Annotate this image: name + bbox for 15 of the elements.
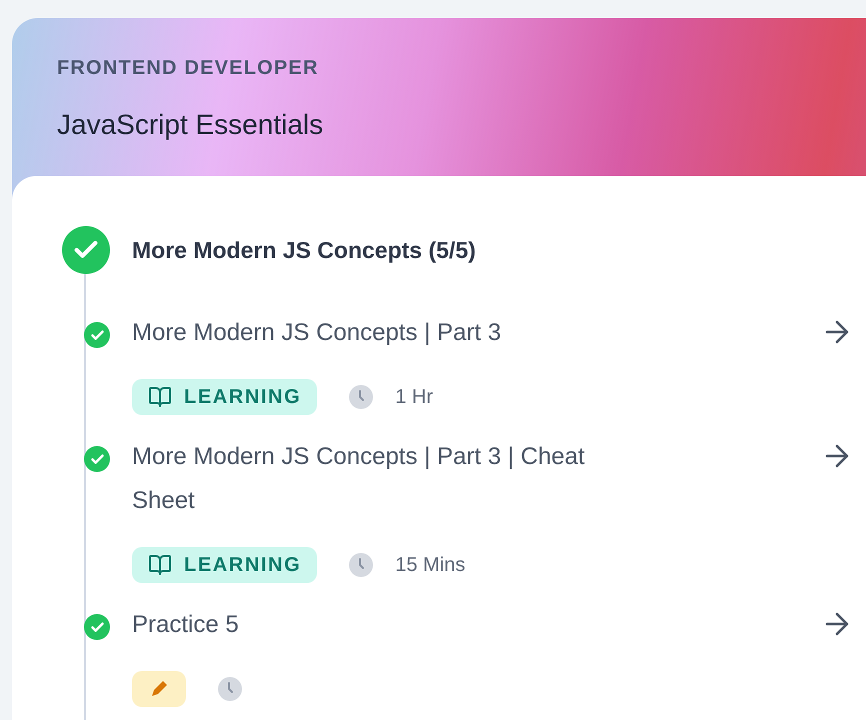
lesson-title: Practice 5 [132,610,240,640]
clock-icon [349,553,374,577]
lesson-title: More Modern JS Concepts | Part 3 [132,318,502,348]
clock-icon [349,385,374,409]
section-title: More Modern JS Concepts (5/5) [132,236,476,265]
duration-text: 1 Hr [395,385,434,410]
track-label: FRONTEND DEVELOPER [57,56,320,80]
lesson-title: More Modern JS Concepts | Part 3 | Cheat Sheet [132,442,586,516]
clock-icon [218,677,242,701]
book-icon [148,553,172,577]
duration-text: 15 Mins [395,553,466,578]
course-title: JavaScript Essentials [57,108,324,142]
category-badge: LEARNING [132,547,318,583]
category-badge: LEARNING [132,379,318,415]
book-icon [148,385,172,409]
